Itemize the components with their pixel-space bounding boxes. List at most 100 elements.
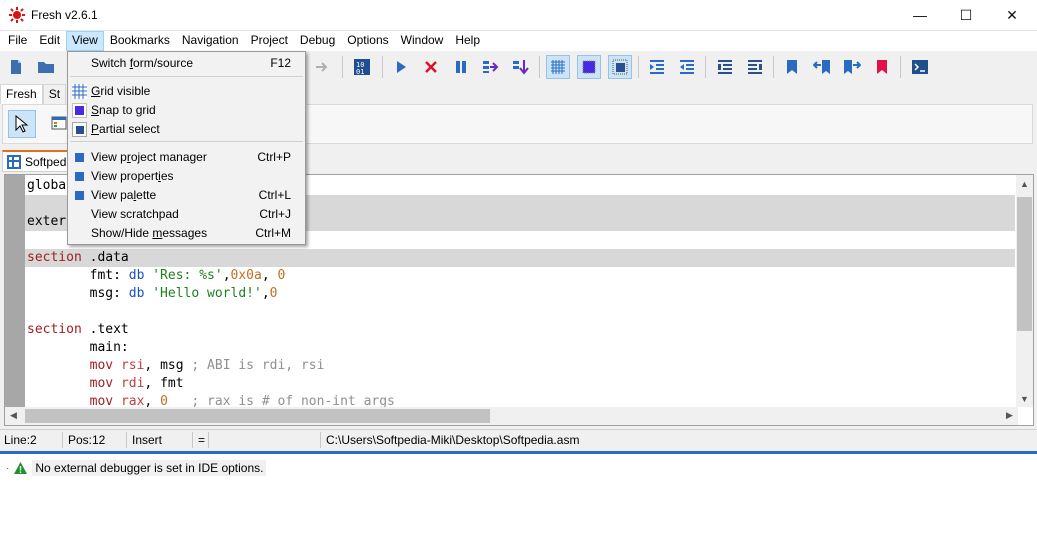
cursor-arrow-icon	[15, 115, 29, 133]
bookmark-prev-icon	[813, 60, 830, 74]
app-icon	[9, 7, 25, 23]
scroll-left-icon[interactable]: ◀	[5, 407, 22, 424]
maximize-button[interactable]: ☐	[943, 0, 989, 30]
bookmark-next-icon	[844, 60, 861, 74]
check-square-icon	[72, 169, 87, 184]
toggle-bookmark-button[interactable]	[780, 55, 804, 79]
message-row[interactable]: · No external debugger is set in IDE opt…	[6, 459, 267, 477]
close-button[interactable]: ✕	[989, 0, 1035, 30]
code-line[interactable]: msg: db 'Hello world!',0	[25, 285, 1015, 303]
view-menu-item[interactable]: Switch form/source F12	[68, 54, 305, 73]
menu-view[interactable]: View	[66, 31, 104, 51]
code-token: 0	[277, 268, 286, 283]
code-token: ,	[222, 268, 231, 283]
vertical-scrollbar[interactable]: ▲ ▼	[1016, 175, 1033, 407]
snap-to-grid-toggle[interactable]	[577, 55, 601, 79]
indent-button[interactable]	[645, 55, 669, 79]
status-modified: =	[194, 432, 209, 448]
shortcut-label: F12	[270, 56, 291, 70]
code-line[interactable]: fmt: db 'Res: %s',0x0a, 0	[25, 267, 1015, 285]
menu-separator	[70, 76, 303, 77]
code-token: .data	[81, 250, 129, 265]
code-line[interactable]: mov rsi, msg ; ABI is rdi, rsi	[25, 357, 1015, 375]
build-button[interactable]: 10 01	[350, 55, 374, 79]
menu-options[interactable]: Options	[341, 31, 394, 51]
bookmark-icon	[787, 60, 797, 74]
code-token: rdi	[120, 376, 145, 391]
code-token: ,	[261, 286, 270, 301]
indent-icon	[650, 60, 664, 74]
next-bookmark-button[interactable]	[840, 55, 864, 79]
new-file-button[interactable]	[4, 55, 28, 79]
label-part: View propert	[91, 169, 159, 183]
outdent-button[interactable]	[675, 55, 699, 79]
grid-visible-toggle[interactable]	[546, 55, 570, 79]
code-line[interactable]: main:	[25, 339, 1015, 357]
view-menu-item-label: Grid visible	[91, 82, 150, 101]
terminal-button[interactable]	[908, 55, 932, 79]
toolbar-separator	[539, 56, 540, 78]
code-token: section	[27, 250, 82, 265]
menu-file[interactable]: File	[2, 31, 33, 51]
uncomment-block-button[interactable]	[743, 55, 767, 79]
code-token: 'Res: %s'	[152, 268, 223, 283]
horizontal-scroll-thumb[interactable]	[25, 409, 490, 423]
shortcut-label: Ctrl+M	[255, 226, 291, 240]
pause-button[interactable]	[449, 55, 473, 79]
vertical-scroll-thumb[interactable]	[1017, 197, 1032, 331]
toolbar-separator	[705, 56, 706, 78]
view-menu-item[interactable]: Show/Hide messages Ctrl+M	[68, 224, 305, 243]
step-over-icon	[483, 61, 499, 73]
comment-block-button[interactable]	[713, 55, 737, 79]
menu-project[interactable]: Project	[245, 31, 294, 51]
code-line[interactable]: section .data	[25, 249, 1015, 267]
view-menu-item[interactable]: View scratchpad Ctrl+J	[68, 205, 305, 224]
code-token: exter	[27, 214, 67, 229]
view-menu-item-label: Switch form/source	[91, 54, 193, 73]
code-token: , msg	[144, 358, 192, 373]
horizontal-scrollbar[interactable]: ◀ ▶	[5, 407, 1018, 425]
forward-button[interactable]	[310, 55, 334, 79]
code-line[interactable]: mov rdi, fmt	[25, 375, 1015, 393]
run-button[interactable]	[389, 55, 413, 79]
view-menu-item[interactable]: View properties	[68, 167, 305, 186]
stop-button[interactable]	[419, 55, 443, 79]
view-menu-item[interactable]: Grid visible	[68, 82, 305, 101]
status-line: Line:2	[0, 432, 63, 448]
scroll-right-icon[interactable]: ▶	[1001, 407, 1018, 424]
partial-select-toggle[interactable]	[608, 55, 632, 79]
view-menu-item[interactable]: Snap to grid	[68, 101, 305, 120]
minimize-button[interactable]: —	[897, 0, 943, 30]
step-into-button[interactable]	[509, 55, 533, 79]
view-menu-item[interactable]: View project manager Ctrl+P	[68, 148, 305, 167]
scroll-down-icon[interactable]: ▼	[1016, 390, 1033, 407]
palette-tab-fresh[interactable]: Fresh	[0, 84, 43, 104]
menu-navigation[interactable]: Navigation	[176, 31, 245, 51]
clear-bookmarks-button[interactable]	[870, 55, 894, 79]
menu-help[interactable]: Help	[449, 31, 486, 51]
menu-edit[interactable]: Edit	[33, 31, 66, 51]
palette-tab-standard[interactable]: St	[42, 84, 67, 104]
code-token: section	[27, 322, 82, 337]
pointer-tool-button[interactable]	[8, 110, 36, 138]
previous-bookmark-button[interactable]	[810, 55, 834, 79]
code-line[interactable]	[25, 303, 1015, 321]
menu-debug[interactable]: Debug	[294, 31, 341, 51]
scroll-up-icon[interactable]: ▲	[1016, 175, 1033, 192]
toolbar-separator	[900, 56, 901, 78]
open-folder-button[interactable]	[34, 55, 58, 79]
code-token: mov	[89, 358, 114, 373]
code-line[interactable]: section .text	[25, 321, 1015, 339]
binary-icon: 1001	[354, 59, 370, 76]
view-menu-item[interactable]: Partial select	[68, 120, 305, 139]
menu-bookmarks[interactable]: Bookmarks	[104, 31, 176, 51]
toolbar-separator	[773, 56, 774, 78]
menu-window[interactable]: Window	[395, 31, 450, 51]
form-component-icon[interactable]	[51, 115, 67, 131]
accelerator-letter: P	[91, 122, 100, 136]
step-over-button[interactable]	[479, 55, 503, 79]
list-icon	[748, 60, 762, 74]
view-menu-item[interactable]: View palette Ctrl+L	[68, 186, 305, 205]
